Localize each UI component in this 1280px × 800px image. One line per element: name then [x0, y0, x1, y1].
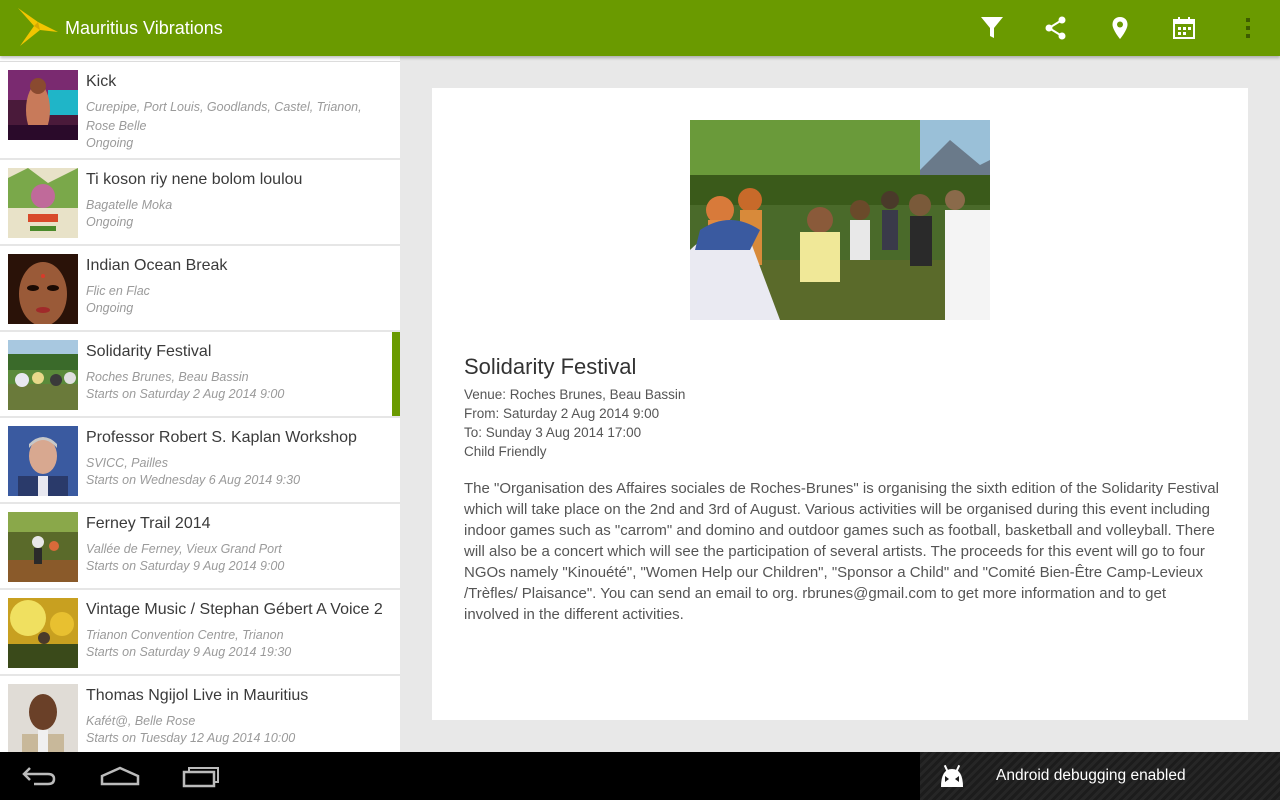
event-detail-panel: Solidarity Festival Venue: Roches Brunes… [432, 88, 1248, 720]
event-list-item[interactable]: Thomas Ngijol Live in Mauritius Kafét@, … [0, 676, 400, 752]
recent-apps-icon [182, 767, 219, 788]
event-list-item-selected[interactable]: Solidarity Festival Roches Brunes, Beau … [0, 332, 400, 418]
event-thumbnail [8, 598, 78, 668]
event-thumbnail [8, 168, 78, 238]
event-detail-from: From: Saturday 2 Aug 2014 9:00 [464, 406, 660, 421]
system-navigation-bar: Android debugging enabled [0, 752, 1280, 800]
event-list-item[interactable]: Ti koson riy nene bolom loulou Bagatelle… [0, 160, 400, 246]
event-date: Starts on Saturday 9 Aug 2014 9:00 [86, 559, 285, 573]
event-date: Starts on Saturday 2 Aug 2014 9:00 [86, 387, 285, 401]
notification-area[interactable]: Android debugging enabled [920, 752, 1280, 800]
recent-apps-button[interactable] [170, 760, 230, 792]
event-date: Ongoing [86, 215, 134, 229]
event-thumbnail [8, 512, 78, 582]
back-button[interactable] [10, 760, 70, 792]
event-list-item[interactable]: Professor Robert S. Kaplan Workshop SVIC… [0, 418, 400, 504]
event-venue: Trianon Convention Centre, Trianon [86, 628, 284, 642]
event-thumbnail [8, 70, 78, 140]
share-button[interactable] [1036, 8, 1076, 48]
event-title: Thomas Ngijol Live in Mauritius [86, 687, 309, 704]
calendar-icon [1173, 17, 1195, 39]
event-date: Starts on Tuesday 12 Aug 2014 10:00 [86, 731, 296, 745]
filter-button[interactable] [972, 8, 1012, 48]
event-list-item[interactable]: Vintage Music / Stephan Gébert A Voice 2… [0, 590, 400, 676]
share-icon [1045, 16, 1066, 40]
event-detail-to: To: Sunday 3 Aug 2014 17:00 [464, 425, 642, 440]
event-list-item[interactable]: Kick Curepipe, Port Louis, Goodlands, Ca… [0, 62, 400, 160]
event-venue: Flic en Flac [86, 284, 150, 298]
event-title: Vintage Music / Stephan Gébert A Voice 2 [86, 601, 383, 618]
event-venue: Curepipe, Port Louis, Goodlands, Castel,… [86, 100, 362, 133]
event-list-item[interactable]: Ferney Trail 2014 Vallée de Ferney, Vieu… [0, 504, 400, 590]
event-thumbnail [8, 426, 78, 496]
event-date: Ongoing [86, 301, 134, 315]
home-button[interactable] [90, 760, 150, 792]
event-thumbnail [8, 254, 78, 324]
event-detail-meta: Venue: Roches Brunes, Beau Bassin From: … [464, 385, 685, 461]
event-title: Professor Robert S. Kaplan Workshop [86, 429, 357, 446]
app-title: Mauritius Vibrations [65, 18, 223, 38]
event-detail-title: Solidarity Festival [464, 354, 637, 379]
event-title: Ti koson riy nene bolom loulou [86, 171, 303, 188]
event-venue: Bagatelle Moka [86, 198, 173, 212]
calendar-button[interactable] [1164, 8, 1204, 48]
event-venue: Kafét@, Belle Rose [86, 714, 196, 728]
home-icon [100, 766, 140, 786]
event-date: Starts on Wednesday 6 Aug 2014 9:30 [86, 473, 301, 487]
event-list-item[interactable]: Indian Ocean Break Flic en Flac Ongoing [0, 246, 400, 332]
event-venue: Vallée de Ferney, Vieux Grand Port [86, 542, 282, 556]
event-detail-tag: Child Friendly [464, 444, 547, 459]
event-thumbnail [8, 684, 78, 752]
event-venue: Roches Brunes, Beau Bassin [86, 370, 249, 384]
event-title: Kick [86, 73, 117, 90]
event-venue: SVICC, Pailles [86, 456, 168, 470]
back-icon [22, 767, 56, 786]
app-logo-icon[interactable] [14, 6, 60, 50]
event-date: Ongoing [86, 136, 134, 150]
notification-text: Android debugging enabled [996, 767, 1186, 784]
location-button[interactable] [1100, 8, 1140, 48]
selection-indicator [392, 332, 400, 416]
event-title: Ferney Trail 2014 [86, 515, 211, 532]
event-detail-description: The "Organisation des Affaires sociales … [464, 480, 1219, 623]
overflow-menu-button[interactable] [1228, 8, 1268, 48]
action-bar: Mauritius Vibrations [0, 0, 1280, 56]
filter-icon [981, 17, 1003, 38]
location-pin-icon [1112, 17, 1128, 39]
event-photo [690, 120, 990, 320]
android-debug-icon [938, 763, 966, 789]
event-title: Indian Ocean Break [86, 257, 228, 274]
event-list[interactable]: Kick Curepipe, Port Louis, Goodlands, Ca… [0, 56, 400, 752]
event-thumbnail [8, 340, 78, 410]
event-title: Solidarity Festival [86, 343, 212, 360]
event-date: Starts on Saturday 9 Aug 2014 19:30 [86, 645, 292, 659]
event-detail-venue: Venue: Roches Brunes, Beau Bassin [464, 387, 686, 402]
overflow-menu-icon [1246, 18, 1250, 38]
